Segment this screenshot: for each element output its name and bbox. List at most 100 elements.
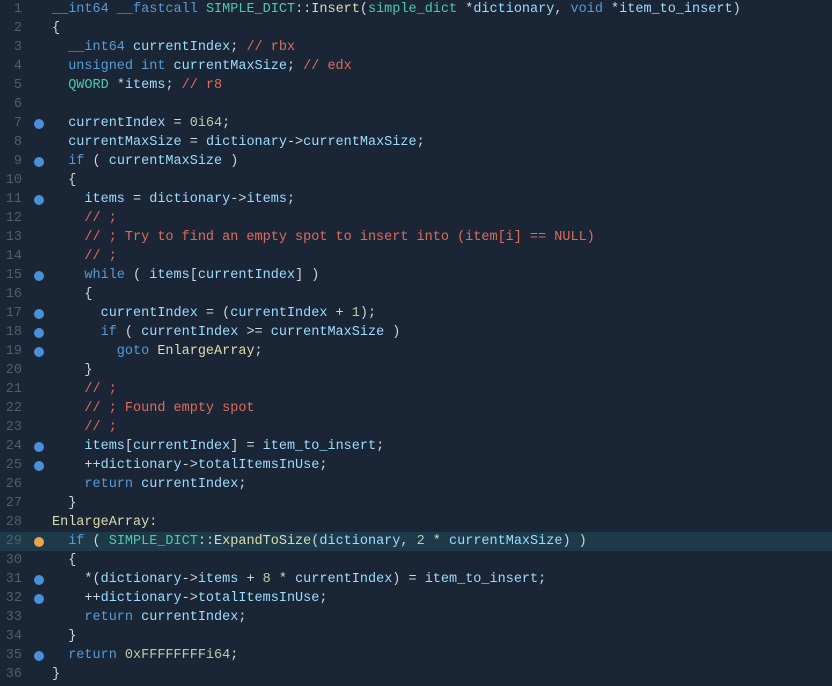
- breakpoint-dot: [34, 442, 44, 452]
- code-token: currentIndex: [133, 439, 230, 454]
- code-text: items[currentIndex] = item_to_insert;: [48, 437, 832, 456]
- code-token: currentIndex: [198, 268, 295, 283]
- code-token: }: [52, 363, 93, 378]
- code-token: 0i64: [190, 116, 222, 131]
- code-token: = (: [198, 306, 230, 321]
- breakpoint-indicator[interactable]: [30, 665, 48, 684]
- code-token: 8: [263, 572, 271, 587]
- code-token: // rbx: [246, 40, 295, 55]
- breakpoint-indicator[interactable]: [30, 532, 48, 551]
- breakpoint-indicator[interactable]: [30, 133, 48, 152]
- code-token: currentMaxSize: [109, 154, 222, 169]
- code-token: currentIndex: [230, 306, 327, 321]
- breakpoint-indicator[interactable]: [30, 494, 48, 513]
- code-token: if: [52, 154, 84, 169]
- line-number: 2: [0, 19, 30, 38]
- breakpoint-indicator[interactable]: [30, 513, 48, 532]
- breakpoint-indicator[interactable]: [30, 114, 48, 133]
- breakpoint-indicator[interactable]: [30, 285, 48, 304]
- code-token: currentMaxSize: [174, 59, 287, 74]
- code-token: +: [238, 572, 262, 587]
- breakpoint-indicator[interactable]: [30, 171, 48, 190]
- code-token: ] =: [230, 439, 262, 454]
- breakpoint-dot: [34, 537, 44, 547]
- code-token: ->: [230, 192, 246, 207]
- code-token: EnlargeArray:: [52, 515, 157, 530]
- code-token: +: [327, 306, 351, 321]
- breakpoint-indicator[interactable]: [30, 608, 48, 627]
- breakpoint-indicator[interactable]: [30, 190, 48, 209]
- code-token: {: [52, 21, 60, 36]
- code-line: 36}: [0, 665, 832, 684]
- breakpoint-indicator[interactable]: [30, 57, 48, 76]
- code-token: items: [246, 192, 287, 207]
- code-token: // edx: [303, 59, 352, 74]
- code-token: *: [271, 572, 295, 587]
- code-token: ExpandToSize: [214, 534, 311, 549]
- code-token: goto: [52, 344, 157, 359]
- code-token: ;: [287, 192, 295, 207]
- code-token: unsigned int: [52, 59, 174, 74]
- line-number: 25: [0, 456, 30, 475]
- breakpoint-indicator[interactable]: [30, 456, 48, 475]
- breakpoint-indicator[interactable]: [30, 342, 48, 361]
- breakpoint-indicator[interactable]: [30, 646, 48, 665]
- code-text: [48, 95, 832, 114]
- breakpoint-indicator[interactable]: [30, 19, 48, 38]
- code-line: 18 if ( currentIndex >= currentMaxSize ): [0, 323, 832, 342]
- code-token: item_to_insert: [263, 439, 376, 454]
- code-token: 0xFFFFFFFFi64: [125, 648, 230, 663]
- code-text: currentIndex = 0i64;: [48, 114, 832, 133]
- code-line: 34 }: [0, 627, 832, 646]
- code-token: (: [117, 325, 141, 340]
- breakpoint-indicator[interactable]: [30, 380, 48, 399]
- code-text: // ;: [48, 209, 832, 228]
- breakpoint-indicator[interactable]: [30, 323, 48, 342]
- code-token: ->: [182, 458, 198, 473]
- code-line: 14 // ;: [0, 247, 832, 266]
- breakpoint-indicator[interactable]: [30, 38, 48, 57]
- breakpoint-indicator[interactable]: [30, 570, 48, 589]
- code-line: 29 if ( SIMPLE_DICT::ExpandToSize(dictio…: [0, 532, 832, 551]
- breakpoint-indicator[interactable]: [30, 589, 48, 608]
- breakpoint-dot: [34, 309, 44, 319]
- line-number: 15: [0, 266, 30, 285]
- code-token: (: [125, 268, 149, 283]
- line-number: 31: [0, 570, 30, 589]
- breakpoint-indicator[interactable]: [30, 551, 48, 570]
- breakpoint-indicator[interactable]: [30, 304, 48, 323]
- breakpoint-indicator[interactable]: [30, 266, 48, 285]
- breakpoint-indicator[interactable]: [30, 152, 48, 171]
- breakpoint-indicator[interactable]: [30, 76, 48, 95]
- line-number: 28: [0, 513, 30, 532]
- breakpoint-indicator[interactable]: [30, 475, 48, 494]
- breakpoint-indicator[interactable]: [30, 418, 48, 437]
- code-token: totalItemsInUse: [198, 591, 320, 606]
- breakpoint-indicator[interactable]: [30, 95, 48, 114]
- breakpoint-indicator[interactable]: [30, 399, 48, 418]
- breakpoint-indicator[interactable]: [30, 0, 48, 19]
- code-token: ->: [287, 135, 303, 150]
- breakpoint-dot: [34, 651, 44, 661]
- breakpoint-indicator[interactable]: [30, 437, 48, 456]
- code-token: // ;: [52, 211, 117, 226]
- code-token: }: [52, 667, 60, 682]
- code-token: [52, 116, 68, 131]
- breakpoint-dot: [34, 195, 44, 205]
- code-token: items: [84, 192, 125, 207]
- code-token: __int64: [52, 40, 133, 55]
- breakpoint-indicator[interactable]: [30, 209, 48, 228]
- code-text: // ;: [48, 247, 832, 266]
- breakpoint-indicator[interactable]: [30, 627, 48, 646]
- line-number: 29: [0, 532, 30, 551]
- line-number: 4: [0, 57, 30, 76]
- breakpoint-indicator[interactable]: [30, 247, 48, 266]
- breakpoint-dot: [34, 157, 44, 167]
- code-editor: 1__int64 __fastcall SIMPLE_DICT::Insert(…: [0, 0, 832, 684]
- code-token: [52, 135, 68, 150]
- code-text: }: [48, 361, 832, 380]
- code-token: {: [52, 287, 93, 302]
- breakpoint-indicator[interactable]: [30, 228, 48, 247]
- breakpoint-indicator[interactable]: [30, 361, 48, 380]
- code-token: totalItemsInUse: [198, 458, 320, 473]
